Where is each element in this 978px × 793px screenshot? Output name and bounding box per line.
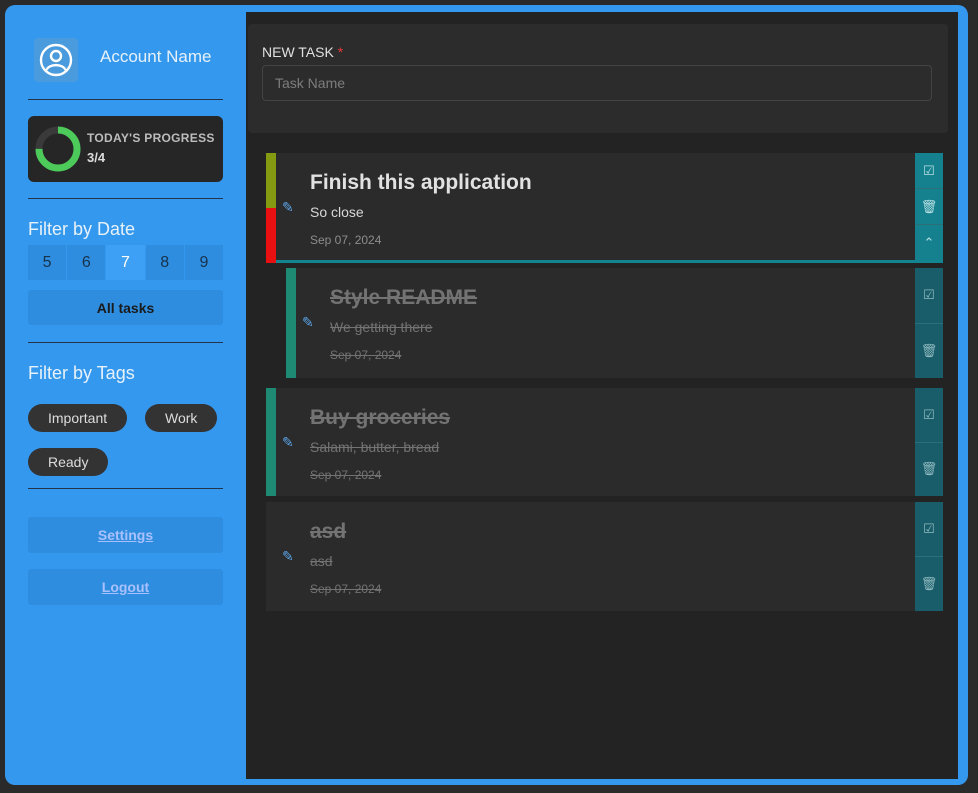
account-name[interactable]: Account Name (100, 47, 212, 67)
task-date: Sep 07, 2024 (310, 468, 382, 482)
avatar[interactable] (34, 38, 78, 82)
user-circle-icon (39, 43, 73, 77)
task-description: So close (310, 204, 364, 220)
sidebar: Account Name TODAY'S PROGRESS 3/4 Filter… (8, 8, 246, 782)
edit-icon[interactable]: ✎ (282, 434, 294, 451)
required-mark: * (337, 44, 344, 60)
date-option[interactable]: 6 (67, 245, 106, 280)
divider (28, 342, 223, 343)
tag-stripe (266, 153, 276, 208)
filter-tags-title: Filter by Tags (28, 363, 135, 383)
subtask-card[interactable]: ✎ Style README We getting there Sep 07, … (286, 268, 943, 378)
check-square-icon[interactable]: ☑ (915, 268, 943, 324)
main-panel: NEW TASK * ✎ Finish this application So … (246, 12, 958, 779)
task-actions: ☑ 🗑 (915, 268, 943, 378)
task-date: Sep 07, 2024 (310, 233, 382, 247)
edit-icon[interactable]: ✎ (282, 199, 294, 216)
divider (28, 99, 223, 100)
task-actions: ☑ 🗑 (915, 388, 943, 496)
date-option[interactable]: 5 (28, 245, 67, 280)
check-square-icon[interactable]: ☑ (915, 388, 943, 443)
tag-stripe (286, 268, 296, 378)
task-date: Sep 07, 2024 (330, 348, 402, 362)
trash-icon[interactable]: 🗑 (915, 557, 943, 611)
task-card[interactable]: ✎ Buy groceries Salami, butter, bread Se… (266, 388, 943, 496)
tag-stripe (266, 208, 276, 263)
task-description: We getting there (330, 319, 433, 335)
task-title: Style README (330, 286, 478, 309)
account-section[interactable]: Account Name (28, 34, 238, 94)
tag-stripe (266, 388, 276, 496)
tag-important[interactable]: Important (28, 404, 128, 432)
check-square-icon[interactable]: ☑ (915, 502, 943, 557)
tag-work[interactable]: Work (145, 404, 218, 432)
divider (28, 198, 223, 199)
task-title: Buy groceries (310, 406, 451, 429)
new-task-label: NEW TASK * (262, 44, 343, 60)
new-task-form: NEW TASK * (248, 24, 948, 133)
tag-ready[interactable]: Ready (28, 448, 109, 476)
divider (28, 488, 223, 489)
settings-link[interactable]: Settings (28, 517, 223, 553)
edit-icon[interactable]: ✎ (302, 314, 314, 331)
progress-card: TODAY'S PROGRESS 3/4 (28, 116, 223, 182)
logout-link[interactable]: Logout (28, 569, 223, 605)
date-option-selected[interactable]: 7 (106, 245, 145, 280)
task-title: Finish this application (310, 171, 532, 194)
chevron-up-icon[interactable]: ⌃ (915, 225, 943, 260)
task-date: Sep 07, 2024 (310, 582, 382, 596)
trash-icon[interactable]: 🗑 (915, 189, 943, 225)
task-name-input[interactable] (262, 65, 932, 101)
task-actions: ☑ 🗑 ⌃ (915, 153, 943, 260)
all-tasks-button[interactable]: All tasks (28, 290, 223, 325)
task-actions: ☑ 🗑 (915, 502, 943, 611)
edit-icon[interactable]: ✎ (282, 548, 294, 565)
new-task-label-text: NEW TASK (262, 44, 334, 60)
progress-title: TODAY'S PROGRESS (87, 131, 215, 145)
trash-icon[interactable]: 🗑 (915, 323, 943, 378)
task-card[interactable]: ✎ Finish this application So close Sep 0… (266, 153, 943, 263)
task-description: asd (310, 553, 333, 569)
date-filter: 5 6 7 8 9 (28, 245, 224, 280)
trash-icon[interactable]: 🗑 (915, 442, 943, 496)
task-title: asd (310, 520, 347, 543)
task-card[interactable]: ✎ asd asd Sep 07, 2024 ☑ 🗑 (266, 502, 943, 611)
check-square-icon[interactable]: ☑ (915, 153, 943, 189)
filter-date-title: Filter by Date (28, 219, 136, 239)
task-description: Salami, butter, bread (310, 439, 440, 455)
date-option[interactable]: 8 (145, 245, 184, 280)
progress-ring (35, 126, 81, 172)
date-option[interactable]: 9 (184, 245, 224, 280)
progress-value: 3/4 (87, 150, 106, 165)
